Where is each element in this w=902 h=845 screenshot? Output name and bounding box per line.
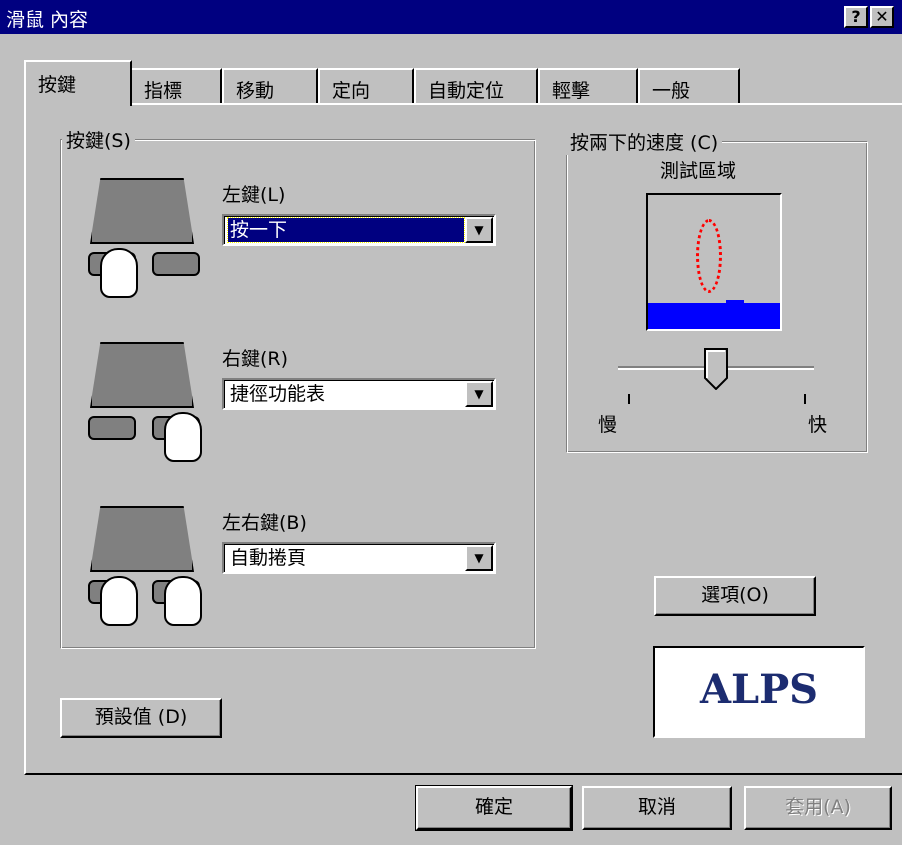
tab-general[interactable]: 一般: [638, 68, 740, 104]
test-area-label: 測試區域: [660, 160, 737, 182]
test-wave-icon: [726, 300, 744, 305]
tab-motion[interactable]: 移動: [222, 68, 318, 104]
chevron-down-icon[interactable]: ▼: [465, 545, 493, 571]
finger-left2-icon: [100, 576, 138, 626]
tick-slow: [628, 394, 630, 404]
slow-label: 慢: [598, 414, 618, 436]
test-area[interactable]: [646, 193, 782, 331]
tab-snap-to[interactable]: 自動定位: [414, 68, 538, 104]
finger-right2-icon: [164, 576, 202, 626]
test-ring-icon: [696, 219, 722, 293]
left-button-select[interactable]: 按一下 ▼: [222, 214, 496, 246]
touchpad-left-icon: [90, 178, 194, 244]
double-click-legend: 按兩下的速度 (C): [566, 128, 723, 155]
options-button[interactable]: 選項(O): [654, 576, 816, 616]
title-bar[interactable]: 滑鼠 內容 ? ✕: [0, 0, 902, 34]
cancel-button[interactable]: 取消: [582, 786, 732, 830]
buttons-group-legend: 按鍵(S): [62, 126, 135, 153]
tab-tapping[interactable]: 輕擊: [538, 68, 638, 104]
tab-orientation[interactable]: 定向: [318, 68, 414, 104]
chevron-down-icon[interactable]: ▼: [465, 217, 493, 243]
fast-label: 快: [808, 414, 828, 436]
help-button[interactable]: ?: [844, 6, 868, 28]
touchpad-left-btn2-icon: [88, 416, 136, 440]
window-title: 滑鼠 內容: [6, 9, 89, 31]
tick-fast: [804, 394, 806, 404]
finger-right-icon: [164, 412, 202, 462]
close-button[interactable]: ✕: [870, 6, 894, 28]
test-water-icon: [648, 303, 780, 329]
right-button-value: 捷徑功能表: [230, 383, 326, 405]
touchpad-right-icon: [90, 342, 194, 408]
alps-logo: ALPS: [653, 646, 865, 738]
right-button-label: 右鍵(R): [222, 348, 289, 370]
finger-left-icon: [100, 248, 138, 298]
touchpad-right-btn-icon: [152, 252, 200, 276]
speed-slider-thumb[interactable]: [704, 348, 728, 390]
ok-button[interactable]: 確定: [415, 785, 573, 831]
left-button-value: 按一下: [227, 217, 465, 243]
right-button-select[interactable]: 捷徑功能表 ▼: [222, 378, 496, 410]
defaults-button[interactable]: 預設值 (D): [60, 698, 222, 738]
alps-logo-text: ALPS: [699, 666, 819, 713]
tab-pointer[interactable]: 指標: [130, 68, 222, 104]
chevron-down-icon[interactable]: ▼: [465, 381, 493, 407]
both-buttons-select[interactable]: 自動捲頁 ▼: [222, 542, 496, 574]
tab-buttons[interactable]: 按鍵: [24, 60, 132, 106]
both-buttons-label: 左右鍵(B): [222, 512, 307, 534]
apply-button[interactable]: 套用(A): [744, 786, 892, 830]
both-buttons-value: 自動捲頁: [230, 547, 307, 569]
left-button-label: 左鍵(L): [222, 184, 286, 206]
touchpad-both-icon: [90, 506, 194, 572]
